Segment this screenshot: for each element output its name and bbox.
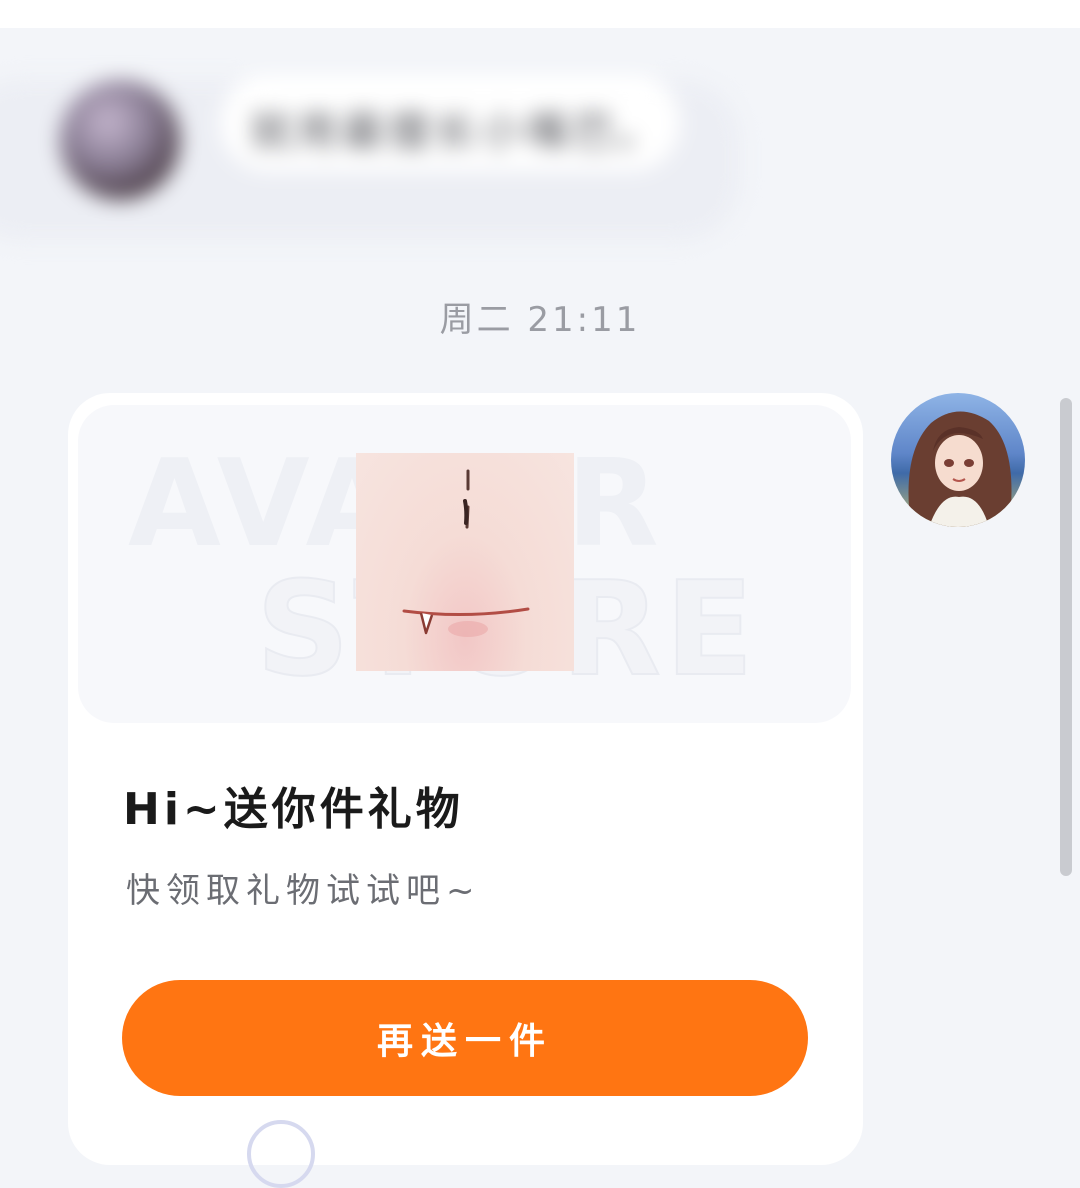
face-accessory-drawing <box>402 469 530 637</box>
self-avatar[interactable] <box>891 393 1025 527</box>
gift-title: Hi~送你件礼物 <box>123 784 464 835</box>
top-bar <box>0 0 1080 28</box>
gift-preview[interactable]: AVATAR STORE <box>78 405 851 723</box>
face-accessory-image[interactable] <box>356 453 574 671</box>
message-timestamp: 周二 21:11 <box>439 300 641 340</box>
message-text: 就用最擅长小嘴巴。 <box>250 107 665 156</box>
scrollbar[interactable] <box>1060 398 1072 876</box>
gift-card[interactable]: AVATAR STORE Hi~送你件礼物 快领取礼物试试吧~ 再送一件 <box>68 393 863 1165</box>
floating-circle-button[interactable] <box>247 1120 315 1188</box>
blurred-message-row: 就用最擅长小嘴巴。 <box>0 60 740 250</box>
gift-subtitle: 快领取礼物试试吧~ <box>126 871 481 911</box>
avatar-illustration <box>891 393 1025 527</box>
sender-avatar[interactable] <box>60 80 180 200</box>
send-another-button[interactable]: 再送一件 <box>122 980 808 1096</box>
